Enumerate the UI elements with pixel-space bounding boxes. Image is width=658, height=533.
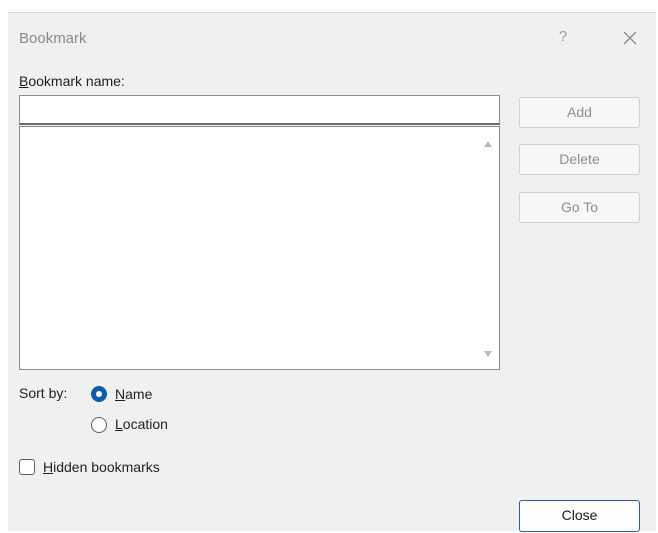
delete-button[interactable]: Delete [519, 144, 640, 175]
help-button[interactable]: ? [554, 27, 572, 47]
scroll-down-arrow-icon[interactable] [484, 351, 492, 357]
bookmark-name-label: Bookmark name: [19, 73, 125, 89]
close-icon[interactable] [619, 27, 641, 49]
add-button[interactable]: Add [519, 97, 640, 128]
bookmark-name-input[interactable] [19, 95, 500, 125]
sort-name-label: Name [115, 386, 153, 402]
sort-location-radio[interactable] [91, 417, 107, 433]
sort-by-label: Sort by: [19, 385, 68, 401]
dialog-title: Bookmark [19, 30, 87, 47]
goto-button[interactable]: Go To [519, 192, 640, 223]
sort-location-label: Location [115, 416, 168, 432]
sort-name-radio[interactable] [91, 386, 107, 402]
hidden-bookmarks-checkbox[interactable] [19, 459, 35, 475]
close-button[interactable]: Close [519, 500, 640, 532]
bookmark-list[interactable] [19, 126, 500, 370]
bookmark-dialog: Bookmark ? Bookmark name: Add Delete Go … [8, 12, 656, 532]
scroll-up-arrow-icon[interactable] [484, 141, 492, 147]
hidden-bookmarks-label: Hidden bookmarks [43, 459, 160, 475]
